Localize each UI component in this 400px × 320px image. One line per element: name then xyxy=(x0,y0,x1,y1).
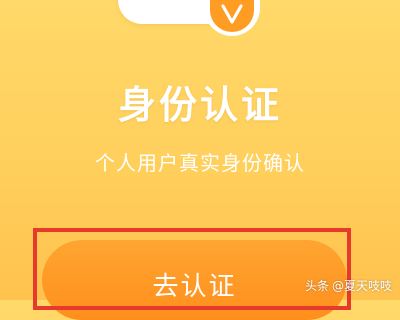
checkmark-icon xyxy=(210,0,254,32)
page-title: 身份认证 xyxy=(117,83,282,127)
watermark-source: 头条 xyxy=(304,279,329,293)
watermark-account: @夏天吱吱 xyxy=(331,279,392,293)
verified-badge xyxy=(204,0,260,36)
go-verify-button[interactable]: 去认证 xyxy=(42,240,347,320)
watermark: 头条 @夏天吱吱 xyxy=(305,277,392,294)
page-subtitle: 个人用户真实身份确认 xyxy=(95,151,305,175)
